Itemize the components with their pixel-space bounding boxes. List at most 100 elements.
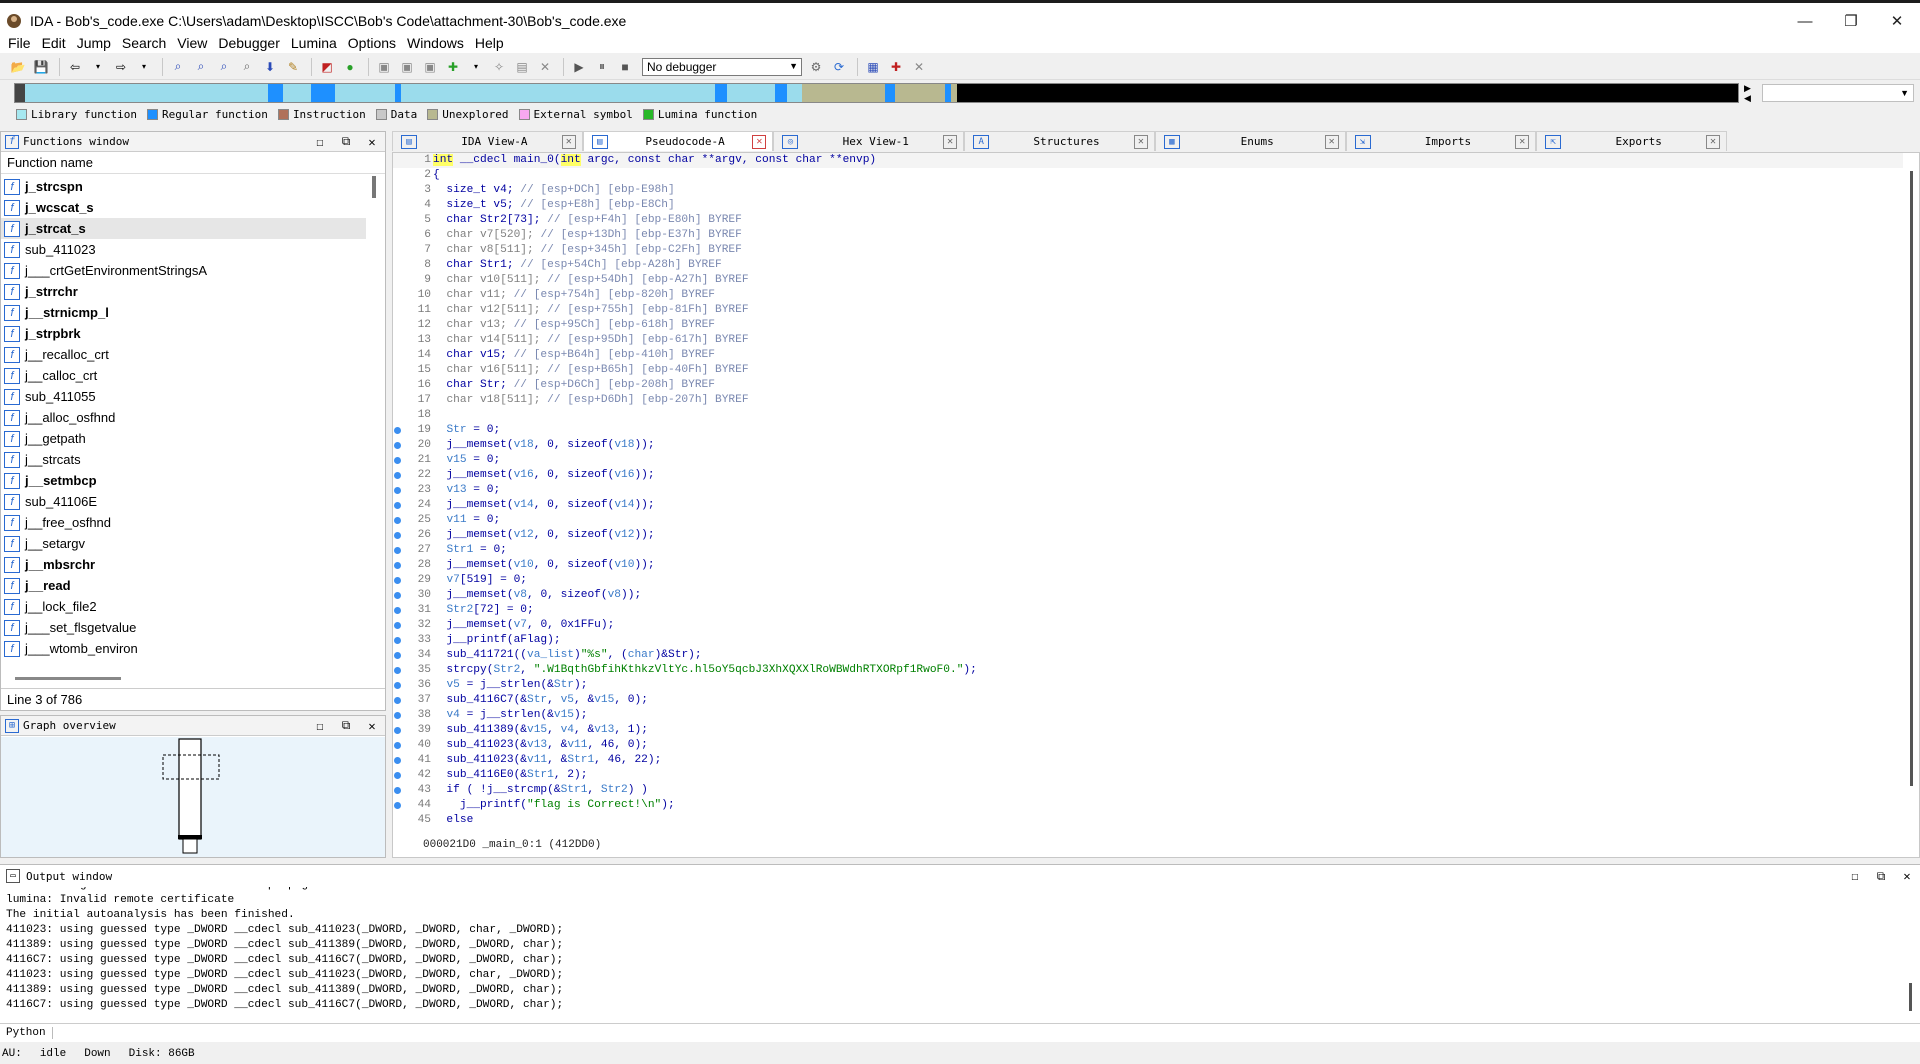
pause-icon[interactable]: ⏸ bbox=[592, 57, 612, 77]
breakpoint-marker-icon[interactable] bbox=[394, 532, 401, 539]
code-line[interactable]: 30 j__memset(v8, 0, sizeof(v8)); bbox=[393, 588, 1903, 603]
close-pane-icon[interactable]: ✕ bbox=[1894, 869, 1920, 883]
code-line[interactable]: 38 v4 = j__strlen(&v15); bbox=[393, 708, 1903, 723]
code-line[interactable]: 13 char v14[511]; // [esp+95Dh] [ebp-617… bbox=[393, 333, 1903, 348]
function-list-item[interactable]: f j_strpbrk bbox=[1, 323, 366, 344]
stack-icon[interactable]: ▣ bbox=[374, 57, 394, 77]
code-line[interactable]: 12 char v13; // [esp+95Ch] [ebp-618h] BY… bbox=[393, 318, 1903, 333]
breakpoint-marker-icon[interactable] bbox=[394, 787, 401, 794]
function-list-item[interactable]: f j__lock_file2 bbox=[1, 596, 366, 617]
code-line[interactable]: 25 v11 = 0; bbox=[393, 513, 1903, 528]
menu-file[interactable]: File bbox=[6, 35, 40, 51]
output-log[interactable]: Function argument information has been p… bbox=[6, 887, 1906, 1017]
function-list-item[interactable]: f j__setargv bbox=[1, 533, 366, 554]
close-tab-icon[interactable]: ✕ bbox=[1324, 134, 1339, 149]
export-icon[interactable]: ▣ bbox=[420, 57, 440, 77]
python-language-button[interactable]: Python bbox=[0, 1026, 53, 1039]
code-line[interactable]: 3 size_t v4; // [esp+DCh] [ebp-E98h] bbox=[393, 183, 1903, 198]
menu-help[interactable]: Help bbox=[473, 35, 513, 51]
patch-icon[interactable]: ✎ bbox=[283, 57, 303, 77]
menu-debugger[interactable]: Debugger bbox=[216, 35, 289, 51]
tab-structures[interactable]: A Structures ✕ bbox=[964, 131, 1155, 151]
function-list-item[interactable]: f j__strcats bbox=[1, 449, 366, 470]
play-icon[interactable]: ▶ bbox=[569, 57, 589, 77]
breakpoint-marker-icon[interactable] bbox=[394, 502, 401, 509]
function-list-item[interactable]: f sub_411023 bbox=[1, 239, 366, 260]
code-line[interactable]: 39 sub_411389(&v15, v4, &v13, 1); bbox=[393, 723, 1903, 738]
code-line[interactable]: 27 Str1 = 0; bbox=[393, 543, 1903, 558]
function-list-item[interactable]: f j__mbsrchr bbox=[1, 554, 366, 575]
menu-jump[interactable]: Jump bbox=[75, 35, 120, 51]
python-command-row[interactable]: Python bbox=[0, 1023, 1920, 1041]
function-list-item[interactable]: f sub_41106E bbox=[1, 491, 366, 512]
code-line[interactable]: 45 else bbox=[393, 813, 1903, 828]
breakpoint-marker-icon[interactable] bbox=[394, 547, 401, 554]
code-line[interactable]: 19 Str = 0; bbox=[393, 423, 1903, 438]
code-line[interactable]: 8 char Str1; // [esp+54Ch] [ebp-A28h] BY… bbox=[393, 258, 1903, 273]
output-scrollbar[interactable] bbox=[1909, 983, 1912, 1011]
float-pane-icon[interactable]: ⧉ bbox=[1868, 869, 1894, 884]
function-list-item[interactable]: f j__alloc_osfhnd bbox=[1, 407, 366, 428]
breakpoint-marker-icon[interactable] bbox=[394, 577, 401, 584]
minimize-button[interactable]: — bbox=[1782, 6, 1828, 36]
code-line[interactable]: 5 char Str2[73]; // [esp+F4h] [ebp-E80h]… bbox=[393, 213, 1903, 228]
minimize-pane-icon[interactable]: ☐ bbox=[307, 135, 333, 149]
code-line[interactable]: 36 v5 = j__strlen(&Str); bbox=[393, 678, 1903, 693]
menu-edit[interactable]: Edit bbox=[40, 35, 75, 51]
function-list-item[interactable]: f j__read bbox=[1, 575, 366, 596]
breakpoint-marker-icon[interactable] bbox=[394, 757, 401, 764]
code-line[interactable]: 7 char v8[511]; // [esp+345h] [ebp-C2Fh]… bbox=[393, 243, 1903, 258]
minimize-pane-icon[interactable]: ☐ bbox=[307, 719, 333, 733]
close-tab-icon[interactable]: ✕ bbox=[1706, 134, 1721, 149]
close-tab-icon[interactable]: ✕ bbox=[561, 134, 576, 149]
function-list-item[interactable]: f j_wcscat_s bbox=[1, 197, 366, 218]
code-line[interactable]: 2{ bbox=[393, 168, 1903, 183]
close-tab-icon[interactable]: ✕ bbox=[752, 134, 767, 149]
code-line[interactable]: 22 j__memset(v16, 0, sizeof(v16)); bbox=[393, 468, 1903, 483]
jump-down-icon[interactable]: ⬇ bbox=[260, 57, 280, 77]
chevron-down-icon[interactable]: ▾ bbox=[88, 57, 108, 77]
breakpoint-marker-icon[interactable] bbox=[394, 592, 401, 599]
breakpoint-icon[interactable]: ✧ bbox=[489, 57, 509, 77]
code-line[interactable]: 43 if ( !j__strcmp(&Str1, Str2) ) bbox=[393, 783, 1903, 798]
code-line[interactable]: 35 strcpy(Str2, ".W1BqthGbfihKthkzVltYc.… bbox=[393, 663, 1903, 678]
function-list-item[interactable]: f j__free_osfhnd bbox=[1, 512, 366, 533]
text-search-icon[interactable]: ⌕ bbox=[191, 57, 211, 77]
chevron-down-icon[interactable]: ▾ bbox=[466, 57, 486, 77]
code-line[interactable]: 32 j__memset(v7, 0, 0x1FFu); bbox=[393, 618, 1903, 633]
tab-exports[interactable]: ⇱ Exports ✕ bbox=[1536, 131, 1728, 151]
trace-icon[interactable]: ▤ bbox=[512, 57, 532, 77]
menu-lumina[interactable]: Lumina bbox=[289, 35, 346, 51]
delete-icon[interactable]: ✕ bbox=[535, 57, 555, 77]
code-line[interactable]: 1 int __cdecl main_0(int argc, const char… bbox=[393, 153, 1903, 168]
code-line[interactable]: 40 sub_411023(&v13, &v11, 46, 0); bbox=[393, 738, 1903, 753]
breakpoint-marker-icon[interactable] bbox=[394, 682, 401, 689]
code-line[interactable]: 4 size_t v5; // [esp+E8h] [ebp-E8Ch] bbox=[393, 198, 1903, 213]
code-line[interactable]: 16 char Str; // [esp+D6Ch] [ebp-208h] BY… bbox=[393, 378, 1903, 393]
breakpoint-marker-icon[interactable] bbox=[394, 442, 401, 449]
code-line[interactable]: 31 Str2[72] = 0; bbox=[393, 603, 1903, 618]
close-tab-icon[interactable]: ✕ bbox=[1515, 134, 1530, 149]
nav-dropdown[interactable]: ▼ bbox=[1762, 84, 1914, 102]
debugger-select[interactable]: No debugger ▼ bbox=[642, 57, 802, 76]
maximize-button[interactable]: ❐ bbox=[1828, 6, 1874, 36]
breakpoint-marker-icon[interactable] bbox=[394, 517, 401, 524]
forward-icon[interactable]: ⇨ bbox=[111, 57, 131, 77]
function-list-item[interactable]: f j___wtomb_environ bbox=[1, 638, 366, 659]
code-line[interactable]: 23 v13 = 0; bbox=[393, 483, 1903, 498]
function-list-hscrollbar[interactable] bbox=[15, 677, 121, 680]
function-list-item[interactable]: f j___crtGetEnvironmentStringsA bbox=[1, 260, 366, 281]
tab-enums[interactable]: ▦ Enums ✕ bbox=[1154, 131, 1346, 151]
debugger-options-icon[interactable]: ⚙ bbox=[806, 57, 826, 77]
tab-imports[interactable]: ⇲ Imports ✕ bbox=[1345, 131, 1537, 151]
pseudocode-scrollbar[interactable] bbox=[1910, 171, 1913, 786]
nav-arrows-icon[interactable]: ▶ ◀ bbox=[1744, 83, 1751, 103]
function-list-item[interactable]: f j__recalloc_crt bbox=[1, 344, 366, 365]
float-pane-icon[interactable]: ⧉ bbox=[333, 134, 359, 149]
float-pane-icon[interactable]: ⧉ bbox=[333, 718, 359, 733]
breakpoint-marker-icon[interactable] bbox=[394, 622, 401, 629]
open-icon[interactable]: 📂 bbox=[8, 57, 28, 77]
close-tab-icon[interactable]: ✕ bbox=[943, 134, 958, 149]
code-line[interactable]: 10 char v11; // [esp+754h] [ebp-820h] BY… bbox=[393, 288, 1903, 303]
function-list-item[interactable]: f j___set_flsgetvalue bbox=[1, 617, 366, 638]
